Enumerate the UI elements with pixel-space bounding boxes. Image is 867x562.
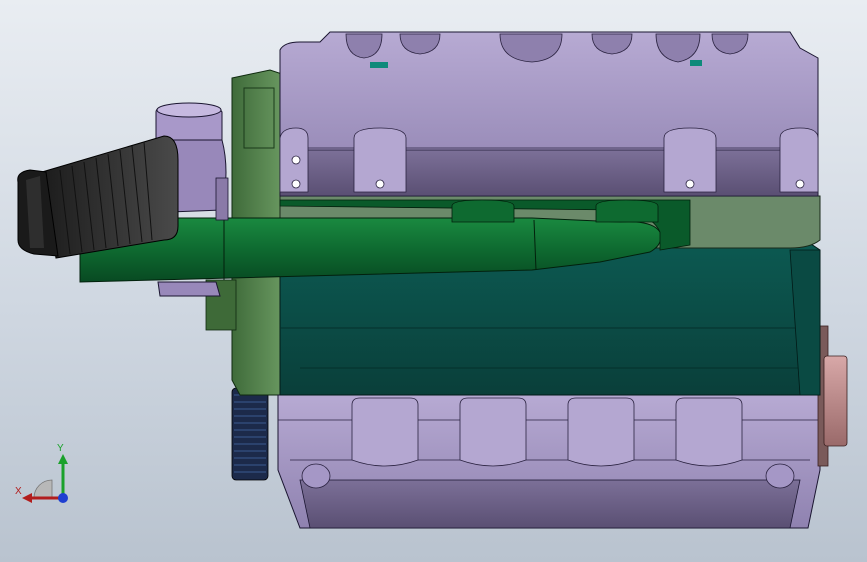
engine-model[interactable] xyxy=(0,0,867,562)
crankshaft-stub[interactable] xyxy=(817,325,848,467)
cad-viewport[interactable]: Y X xyxy=(0,0,867,562)
z-axis-dot xyxy=(58,493,68,503)
air-filter[interactable] xyxy=(17,135,179,259)
oil-pan[interactable] xyxy=(277,394,821,529)
timing-pulley[interactable] xyxy=(231,387,269,481)
triad-y-label: Y xyxy=(57,443,64,454)
triad-x-label: X xyxy=(15,486,22,497)
cylinder-head[interactable] xyxy=(279,31,819,197)
